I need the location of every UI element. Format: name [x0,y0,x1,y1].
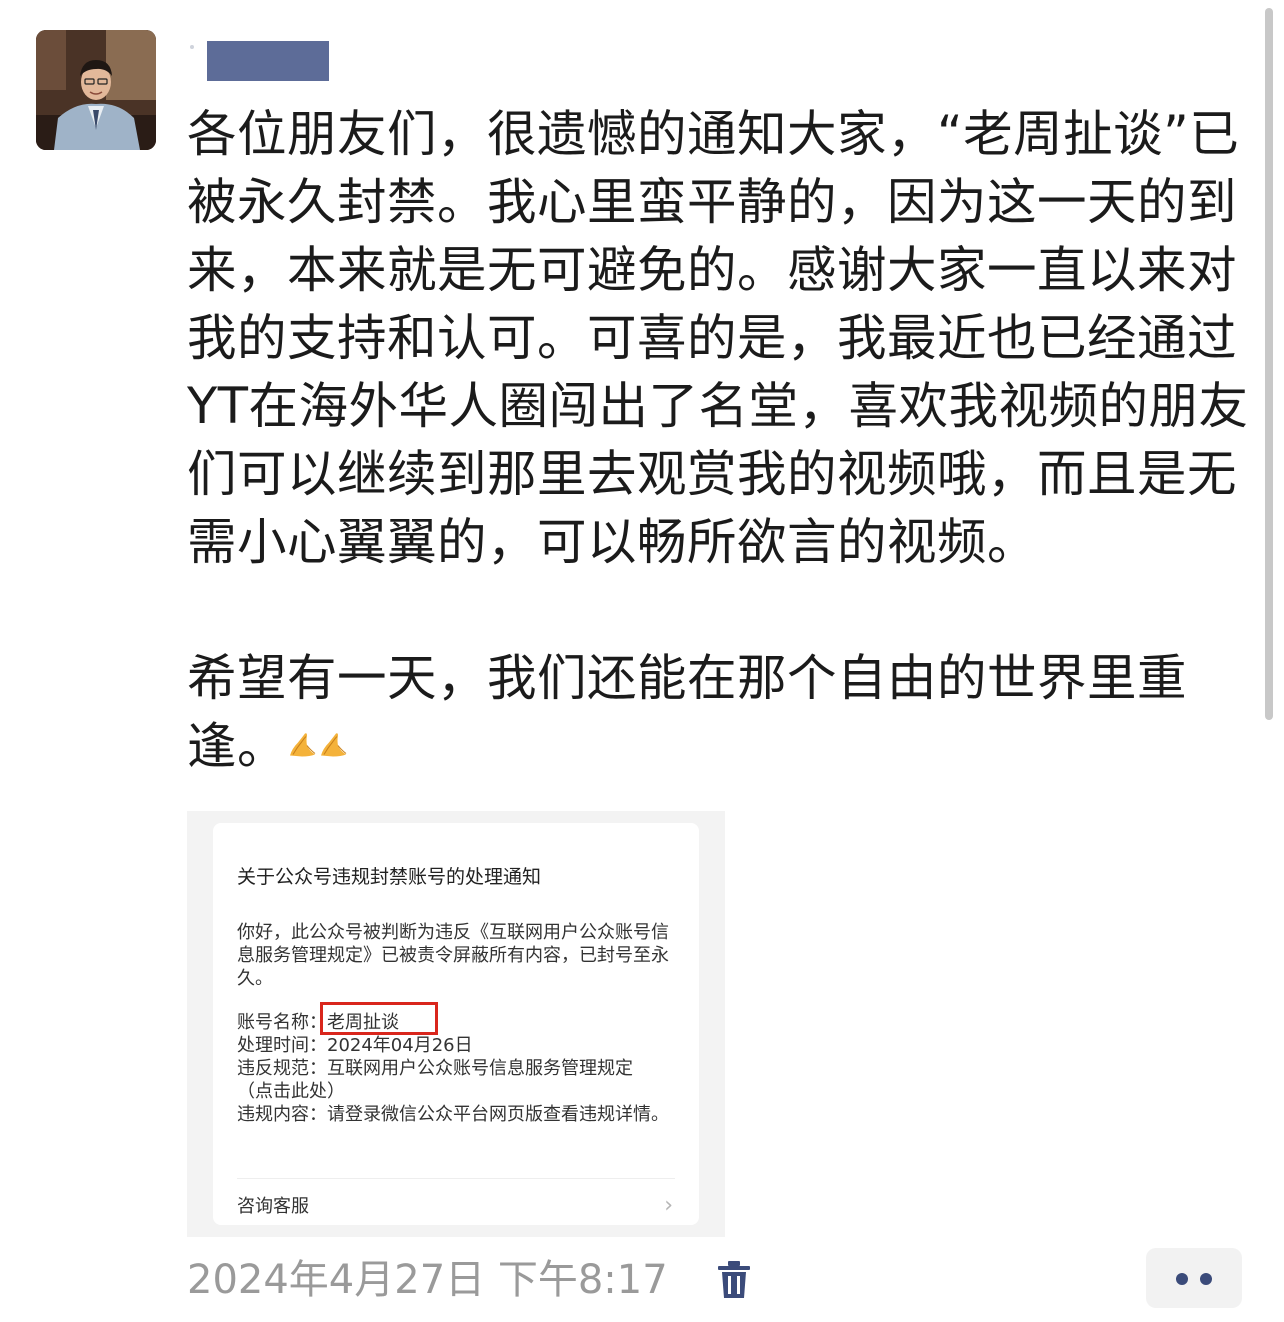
post-paragraph-2: 希望有一天，我们还能在那个自由的世界里重逢。 [187,644,1255,780]
customer-service-label: 咨询客服 [237,1196,309,1217]
content-label: 违规内容： [237,1104,327,1125]
more-options-button[interactable] [1146,1248,1242,1308]
rule-label: 违反规范： [237,1058,327,1079]
field-time: 处理时间：2024年04月26日 [237,1034,687,1057]
content-value: 请登录微信公众平台网页版查看违规详情。 [327,1104,669,1125]
rule-link: （点击此处） [237,1081,345,1102]
notice-title: 关于公众号违规封禁账号的处理通知 [237,866,542,888]
field-account: 账号名称：老周扯谈 [237,1011,687,1034]
scrollbar[interactable] [1265,8,1273,720]
time-value: 2024年04月26日 [327,1035,473,1056]
trash-icon[interactable] [716,1258,752,1300]
dot-icon [1200,1273,1212,1285]
dot-icon [1176,1273,1188,1285]
post-timestamp: 2024年4月27日 下午8:17 [187,1257,668,1303]
post-text: 各位朋友们，很遗憾的通知大家，“老周扯谈”已被永久封禁。我心里蛮平静的，因为这一… [187,100,1255,780]
name-marker [190,45,194,49]
field-rule: 违反规范：互联网用户公众账号信息服务管理规定 [237,1057,687,1080]
rule-value: 互联网用户公众账号信息服务管理规定 [327,1058,633,1079]
praying-hands-icon [290,733,347,757]
avatar-photo [36,30,156,150]
time-label: 处理时间： [237,1035,327,1056]
account-name-highlight-box [320,1002,438,1035]
account-label: 账号名称： [237,1012,327,1033]
chevron-right-icon: › [664,1193,673,1218]
author-avatar[interactable] [36,30,156,150]
author-name-redacted[interactable] [207,41,329,81]
notice-card: 关于公众号违规封禁账号的处理通知 你好，此公众号被判断为违反《互联网用户公众账号… [213,823,699,1225]
post-paragraph-1: 各位朋友们，很遗憾的通知大家，“老周扯谈”已被永久封禁。我心里蛮平静的，因为这一… [187,105,1249,571]
divider [237,1178,675,1179]
attached-screenshot[interactable]: 关于公众号违规封禁账号的处理通知 你好，此公众号被判断为违反《互联网用户公众账号… [187,811,725,1237]
notice-body: 你好，此公众号被判断为违反《互联网用户公众账号信息服务管理规定》已被责令屏蔽所有… [237,922,669,989]
notice-fields: 账号名称：老周扯谈 处理时间：2024年04月26日 违反规范：互联网用户公众账… [237,1011,687,1126]
field-content: 违规内容：请登录微信公众平台网页版查看违规详情。 [237,1103,687,1126]
